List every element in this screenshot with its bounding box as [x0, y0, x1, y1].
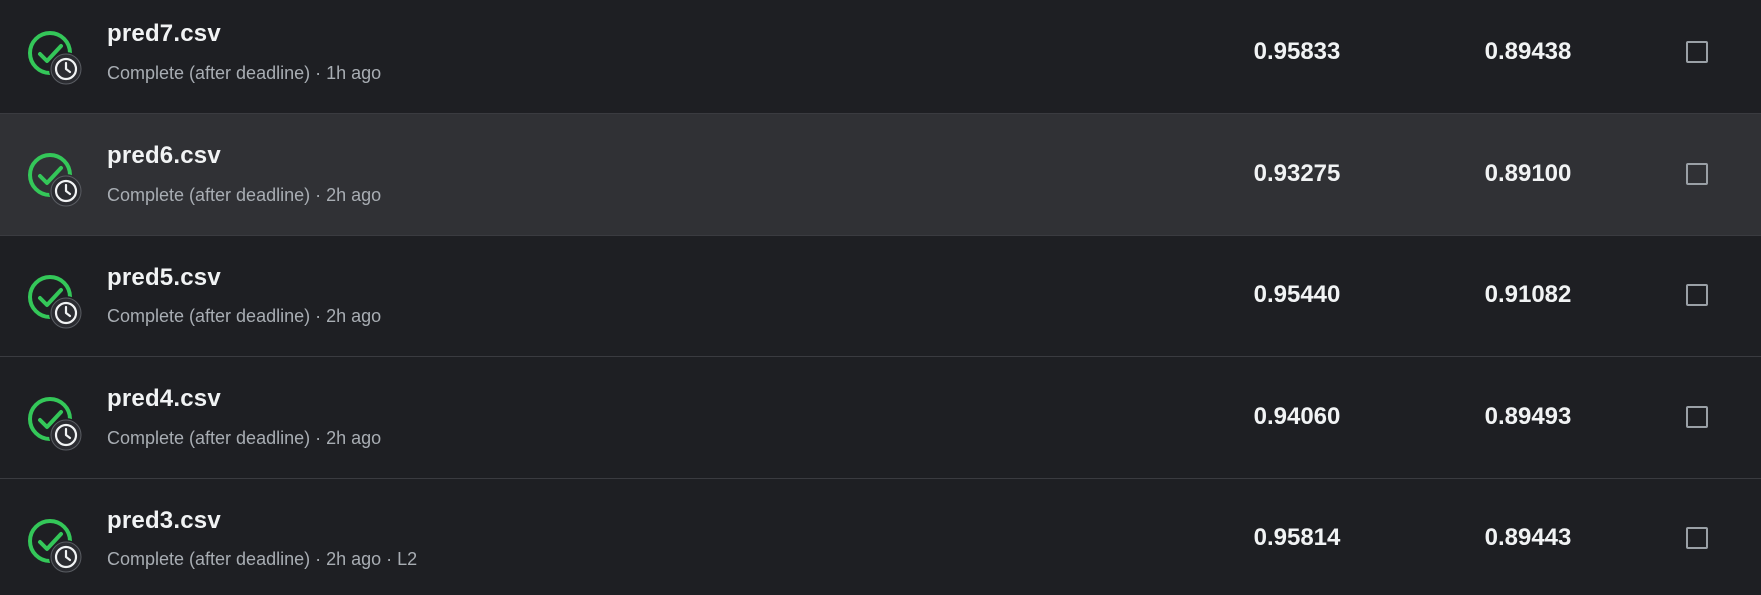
clock-icon: [49, 296, 83, 330]
clock-icon: [49, 540, 83, 574]
private-score: 0.94060: [1253, 403, 1341, 430]
select-checkbox[interactable]: [1686, 41, 1708, 63]
private-score: 0.95833: [1253, 38, 1341, 65]
clock-icon: [49, 418, 83, 452]
submissions-list: pred7.csv Complete (after deadline) · 1h…: [0, 0, 1761, 595]
submission-status: Complete (after deadline) · 2h ago: [107, 428, 382, 448]
private-score: 0.95814: [1253, 524, 1341, 551]
submission-filename[interactable]: pred3.csv: [107, 507, 221, 535]
public-score: 0.89443: [1484, 524, 1572, 551]
submission-status: Complete (after deadline) · 2h ago: [107, 185, 382, 205]
public-score: 0.89438: [1484, 38, 1572, 65]
submission-row[interactable]: pred6.csv Complete (after deadline) · 2h…: [0, 114, 1761, 236]
public-score: 0.89493: [1484, 403, 1572, 430]
submission-status: Complete (after deadline) · 1h ago: [107, 63, 382, 83]
submission-row[interactable]: pred7.csv Complete (after deadline) · 1h…: [0, 0, 1761, 114]
submission-row[interactable]: pred4.csv Complete (after deadline) · 2h…: [0, 357, 1761, 479]
status-icon-group: [26, 517, 86, 577]
status-icon-group: [26, 29, 86, 89]
public-score: 0.91082: [1484, 281, 1572, 308]
submission-filename[interactable]: pred6.csv: [107, 142, 221, 170]
submission-row[interactable]: pred3.csv Complete (after deadline) · 2h…: [0, 479, 1761, 595]
submission-filename[interactable]: pred5.csv: [107, 264, 221, 292]
select-checkbox[interactable]: [1686, 163, 1708, 185]
clock-icon: [49, 174, 83, 208]
submission-filename[interactable]: pred4.csv: [107, 385, 221, 413]
select-checkbox[interactable]: [1686, 406, 1708, 428]
clock-icon: [49, 52, 83, 86]
status-icon-group: [26, 151, 86, 211]
status-icon-group: [26, 273, 86, 333]
select-checkbox[interactable]: [1686, 284, 1708, 306]
submission-status: Complete (after deadline) · 2h ago · L2: [107, 549, 418, 569]
submission-status: Complete (after deadline) · 2h ago: [107, 306, 382, 326]
private-score: 0.95440: [1253, 281, 1341, 308]
public-score: 0.89100: [1484, 160, 1572, 187]
select-checkbox[interactable]: [1686, 527, 1708, 549]
submission-row[interactable]: pred5.csv Complete (after deadline) · 2h…: [0, 236, 1761, 357]
private-score: 0.93275: [1253, 160, 1341, 187]
status-icon-group: [26, 395, 86, 455]
submission-filename[interactable]: pred7.csv: [107, 20, 221, 48]
